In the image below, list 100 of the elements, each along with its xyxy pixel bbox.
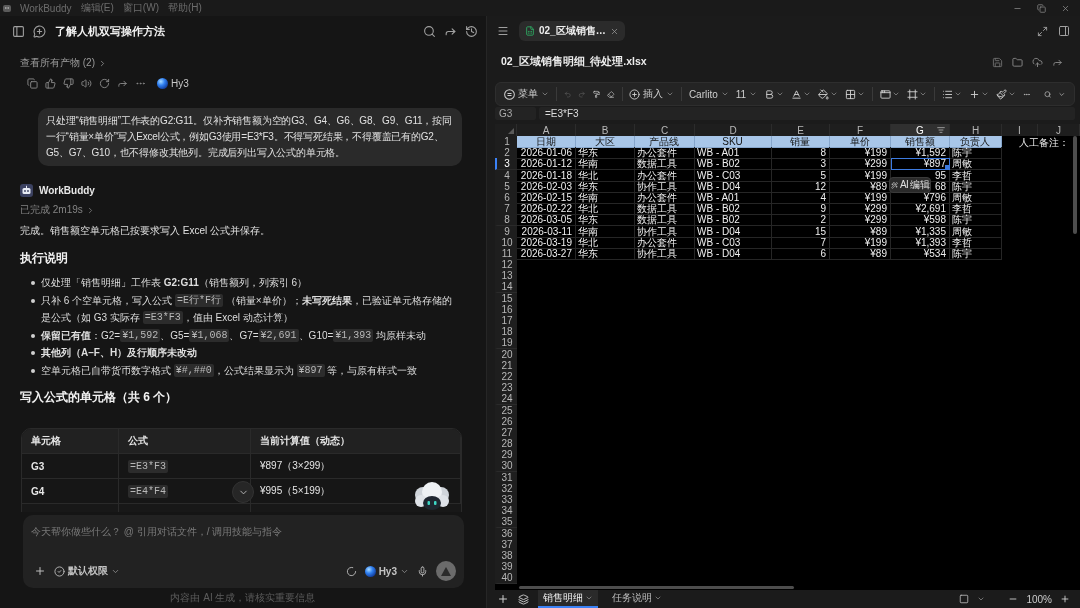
row-number[interactable]: 33	[495, 494, 517, 506]
row-number[interactable]: 39	[495, 561, 517, 574]
header-cell[interactable]: 大区	[576, 136, 635, 148]
header-cell[interactable]: 销售额	[891, 136, 950, 148]
table-cell[interactable]: 数据工具	[635, 158, 695, 171]
row-number[interactable]: 2	[495, 147, 517, 160]
table-cell[interactable]: 李哲	[950, 236, 1002, 249]
close-icon[interactable]	[609, 26, 619, 36]
text-color-icon[interactable]	[791, 88, 803, 100]
table-cell[interactable]: ¥1,592	[891, 147, 950, 160]
table-cell[interactable]: 2026-01-18	[517, 169, 576, 182]
scrollbar-thumb[interactable]	[1073, 136, 1077, 234]
table-cell[interactable]: ¥199	[830, 191, 891, 204]
row-number[interactable]: 7	[495, 203, 517, 216]
table-cell[interactable]: 办公套件	[635, 169, 695, 182]
search-icon[interactable]	[423, 24, 436, 38]
table-cell[interactable]: ¥534	[891, 247, 950, 260]
row-number[interactable]: 12	[495, 259, 517, 272]
table-cell[interactable]: 华东	[576, 180, 635, 193]
table-cell[interactable]: 周敏	[950, 191, 1002, 204]
ai-edit-menu[interactable]: AI 编辑	[889, 177, 932, 193]
table-cell[interactable]: 陈宇	[950, 247, 1002, 260]
table-cell[interactable]: 数据工具	[635, 203, 695, 216]
row-number[interactable]: 19	[495, 337, 517, 350]
thumbs-down-icon[interactable]	[63, 77, 74, 89]
table-cell[interactable]: WB - A01	[695, 147, 772, 160]
document-tab[interactable]: 02_区域销售…	[519, 21, 625, 41]
paintbrush-icon[interactable]	[995, 88, 1007, 100]
table-cell[interactable]: WB - C03	[695, 236, 772, 249]
header-cell[interactable]: 负责人	[950, 136, 1002, 148]
table-cell[interactable]: 华北	[576, 169, 635, 182]
table-cell[interactable]: 9	[772, 203, 830, 216]
row-number[interactable]: 1	[495, 136, 517, 148]
send-button[interactable]	[436, 561, 456, 581]
insert-button[interactable]: 插入	[629, 87, 675, 101]
fill-handle[interactable]	[945, 165, 949, 170]
header-cell[interactable]: 单价	[830, 136, 891, 148]
row-number[interactable]: 40	[495, 572, 517, 585]
window-icon[interactable]	[879, 88, 891, 100]
table-cell[interactable]: 2026-02-22	[517, 203, 576, 216]
table-cell[interactable]: 4	[772, 191, 830, 204]
row-number[interactable]: 18	[495, 326, 517, 339]
table-cell[interactable]: ¥199	[830, 147, 891, 160]
table-cell[interactable]: 数据工具	[635, 214, 695, 227]
table-cell[interactable]: 5	[772, 169, 830, 182]
table-cell[interactable]: 2026-03-19	[517, 236, 576, 249]
table-cell[interactable]: 协作工具	[635, 247, 695, 260]
table-cell[interactable]: WB - B02	[695, 203, 772, 216]
row-number[interactable]: 30	[495, 460, 517, 473]
paint-roller-icon[interactable]	[592, 88, 601, 100]
row-number[interactable]: 8	[495, 214, 517, 227]
zoom-in-icon[interactable]	[1060, 594, 1070, 604]
table-cell[interactable]: WB - A01	[695, 191, 772, 204]
table-cell[interactable]: ¥299	[830, 214, 891, 227]
thumbs-up-icon[interactable]	[45, 77, 56, 89]
message-input[interactable]: 今天帮你做些什么？ @ 引用对话文件，/ 调用技能与指令	[31, 524, 456, 538]
row-number[interactable]: 28	[495, 438, 517, 451]
table-cell[interactable]: 7	[772, 236, 830, 249]
search-icon[interactable]	[1044, 88, 1052, 100]
list-icon[interactable]	[941, 88, 953, 100]
table-cell[interactable]: 2026-01-06	[517, 147, 576, 160]
speaker-icon[interactable]	[81, 77, 92, 89]
refresh-icon[interactable]	[99, 77, 110, 89]
table-cell[interactable]: WB - D04	[695, 247, 772, 260]
table-cell[interactable]: WB - B02	[695, 214, 772, 227]
table-cell[interactable]: 华东	[576, 247, 635, 260]
table-cell[interactable]: 陈宇	[950, 180, 1002, 193]
frame-icon[interactable]	[906, 88, 918, 100]
header-cell[interactable]: SKU	[695, 136, 772, 148]
history-icon[interactable]	[465, 24, 478, 38]
microphone-icon[interactable]	[417, 565, 428, 577]
table-cell[interactable]: 周敏	[950, 225, 1002, 238]
table-cell[interactable]: 协作工具	[635, 180, 695, 193]
save-icon[interactable]	[992, 56, 1003, 68]
table-cell[interactable]: 6	[772, 247, 830, 260]
table-cell[interactable]: WB - D04	[695, 225, 772, 238]
table-cell[interactable]: 15	[772, 225, 830, 238]
status-link[interactable]: 已完成 2m19s	[20, 203, 95, 217]
table-cell[interactable]: ¥89	[830, 225, 891, 238]
table-cell[interactable]: 人工备注：	[1002, 136, 1080, 148]
table-cell[interactable]: 2	[772, 214, 830, 227]
table-cell[interactable]: 协作工具	[635, 225, 695, 238]
table-cell[interactable]: 华东	[576, 214, 635, 227]
folder-icon[interactable]	[1012, 56, 1023, 68]
table-cell[interactable]: 陈宇	[950, 147, 1002, 160]
copy-icon[interactable]	[27, 77, 38, 89]
plus-icon[interactable]	[34, 565, 46, 577]
model-button[interactable]: Hy3	[364, 565, 409, 577]
table-cell[interactable]: 李哲	[950, 203, 1002, 216]
filter-icon[interactable]	[937, 126, 945, 134]
table-cell[interactable]: 周敏	[950, 158, 1002, 171]
table-cell[interactable]: ¥89	[830, 247, 891, 260]
table-cell[interactable]: ¥199	[830, 236, 891, 249]
add-sheet-icon[interactable]	[497, 593, 509, 605]
header-cell[interactable]: 日期	[517, 136, 576, 148]
row-number[interactable]: 34	[495, 505, 517, 518]
layers-icon[interactable]	[518, 593, 529, 605]
name-box[interactable]: G3	[495, 107, 536, 120]
panel-toggle-icon[interactable]	[1058, 25, 1070, 37]
upload-icon[interactable]	[1032, 56, 1043, 68]
